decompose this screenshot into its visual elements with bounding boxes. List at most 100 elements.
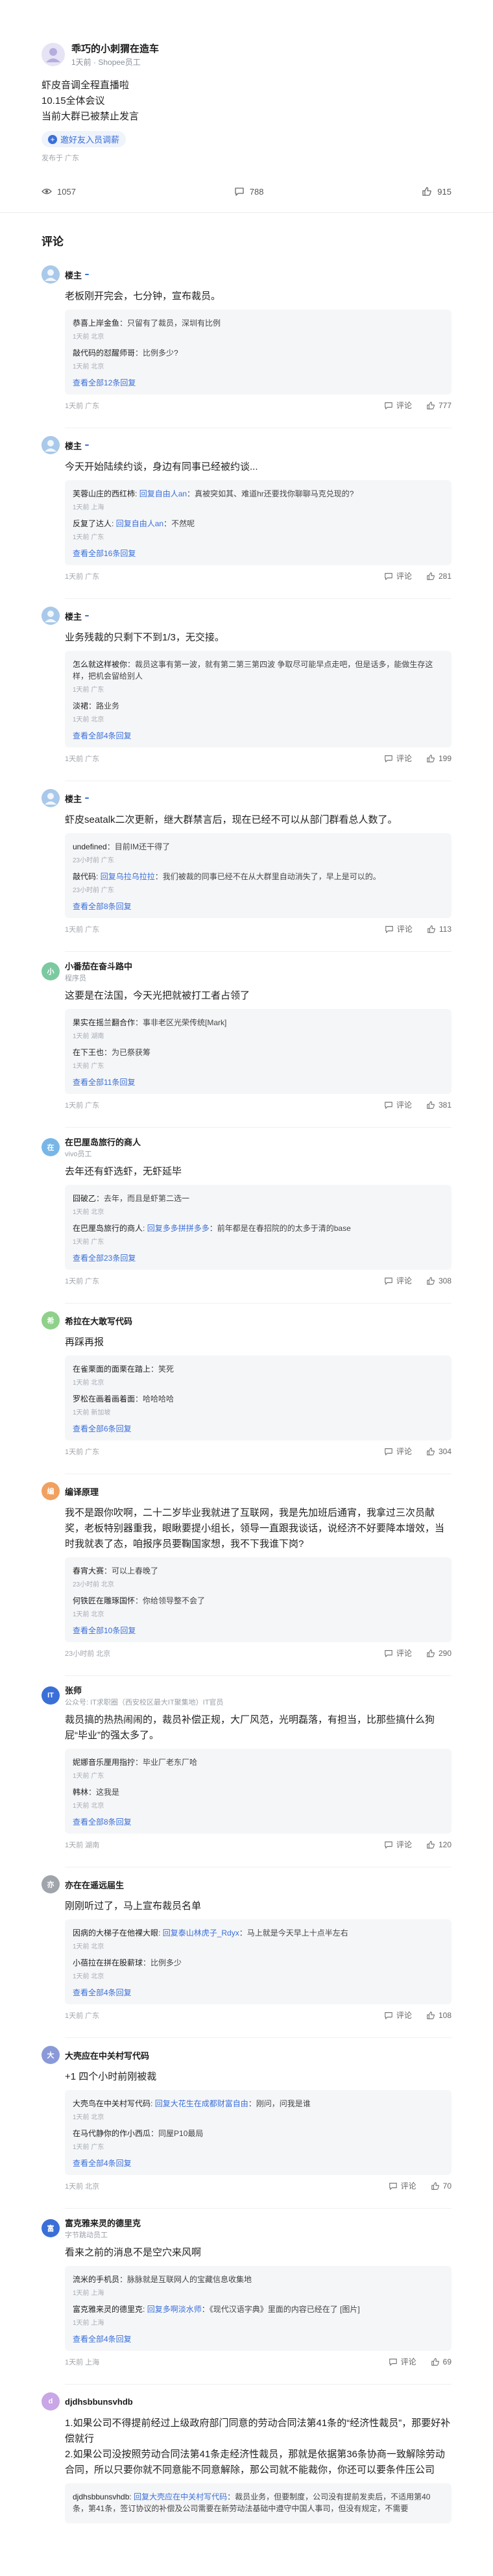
commenter-name-row[interactable]: 楼主: [65, 792, 90, 805]
comment-like-button[interactable]: 308: [426, 1276, 451, 1285]
commenter-name[interactable]: 编译原理: [65, 1485, 99, 1498]
commenter-avatar[interactable]: 大: [42, 2046, 60, 2064]
comment-like-button[interactable]: 304: [426, 1447, 451, 1456]
view-all-replies-link[interactable]: 查看全部4条回复: [73, 2331, 444, 2346]
comment-reply-button[interactable]: 评论: [384, 400, 412, 411]
view-all-replies-link[interactable]: 查看全部10条回复: [73, 1622, 444, 1637]
commenter-name-row[interactable]: 楼主: [65, 439, 90, 452]
commenter-avatar[interactable]: d: [42, 2392, 60, 2411]
reply-author[interactable]: 恭喜上岸金鱼: [73, 319, 119, 328]
view-all-replies-link[interactable]: 查看全部12条回复: [73, 374, 444, 389]
commenter-avatar[interactable]: [42, 265, 60, 284]
commenter-name-row[interactable]: 在巴厘岛旅行的商人: [65, 1136, 141, 1148]
comment-reply-button[interactable]: 评论: [384, 1275, 412, 1286]
commenter-name[interactable]: 张师: [65, 1684, 82, 1696]
commenter-avatar[interactable]: 编: [42, 1482, 60, 1500]
reply-author[interactable]: 小蓓拉在拼在股薪球: [73, 1958, 143, 1967]
view-all-replies-link[interactable]: 查看全部11条回复: [73, 1074, 444, 1089]
comment-reply-button[interactable]: 评论: [384, 2010, 412, 2021]
commenter-avatar[interactable]: [42, 607, 60, 625]
comment-reply-button[interactable]: 评论: [384, 570, 412, 581]
reply-author[interactable]: 春宵大赛: [73, 1566, 104, 1575]
commenter-name[interactable]: 在巴厘岛旅行的商人: [65, 1136, 141, 1148]
reply-author[interactable]: 敲代码: [73, 872, 96, 881]
comment-like-button[interactable]: 108: [426, 2011, 451, 2020]
reply-author[interactable]: 芙蓉山庄的西红柿: [73, 489, 135, 498]
reply-author[interactable]: 果实在摇兰翻合作: [73, 1018, 135, 1027]
comment-reply-button[interactable]: 评论: [389, 2356, 416, 2367]
reply-author[interactable]: 大壳鸟在中关村写代码: [73, 2099, 150, 2108]
commenter-name-row[interactable]: 富克雅来灵的德里克: [65, 2217, 141, 2229]
view-all-replies-link[interactable]: 查看全部4条回复: [73, 1984, 444, 1999]
commenter-name-row[interactable]: 亦在在遥远届生: [65, 1878, 124, 1891]
reply-author[interactable]: 罗松在画着画着面: [73, 1394, 135, 1403]
reply-author[interactable]: 流米的手机员: [73, 2275, 119, 2284]
reply-author[interactable]: 怎么就这样被你: [73, 660, 127, 669]
commenter-avatar[interactable]: [42, 789, 60, 807]
reply-author[interactable]: 何铁匠在雕琢国怀: [73, 1596, 135, 1605]
comment-reply-button[interactable]: 评论: [384, 1647, 412, 1659]
reply-author[interactable]: 因病的大梯子在他裸大眼: [73, 1928, 158, 1938]
comment-reply-button[interactable]: 评论: [384, 1446, 412, 1457]
likes-stat[interactable]: 915: [422, 186, 451, 197]
reply-author[interactable]: 淡裙: [73, 701, 88, 711]
comment-reply-button[interactable]: 评论: [389, 2180, 416, 2191]
commenter-name-row[interactable]: djdhsbbunsvhdb: [65, 2397, 133, 2407]
reply-author[interactable]: 妮娜音乐厘用指拧: [73, 1758, 135, 1767]
invite-link[interactable]: + 邀好友入员调薪: [42, 131, 126, 147]
reply-author[interactable]: 在雀栗面的面栗在踏上: [73, 1365, 150, 1374]
commenter-name-row[interactable]: 小番茄在奋斗路中: [65, 960, 132, 972]
commenter-name-row[interactable]: 楼主: [65, 269, 90, 281]
commenter-name[interactable]: 希拉在大敢写代码: [65, 1315, 132, 1327]
commenter-name[interactable]: 亦在在遥远届生: [65, 1878, 124, 1891]
comment-like-button[interactable]: 777: [426, 401, 451, 410]
reply-to-link[interactable]: 回复泰山林虎子_Rdyx: [163, 1928, 239, 1938]
reply-author[interactable]: 在马代静你的作小西瓜: [73, 2129, 150, 2138]
commenter-name[interactable]: 富克雅来灵的德里克: [65, 2217, 141, 2229]
reply-to-link[interactable]: 回复自由人an: [139, 489, 187, 498]
commenter-avatar[interactable]: 希: [42, 1311, 60, 1330]
commenter-name[interactable]: 楼主: [65, 610, 82, 622]
commenter-avatar[interactable]: 亦: [42, 1875, 60, 1893]
reply-author[interactable]: 囧破乙: [73, 1194, 96, 1203]
commenter-name[interactable]: 楼主: [65, 439, 82, 452]
commenter-name[interactable]: 楼主: [65, 792, 82, 805]
reply-author[interactable]: 富克雅来灵的德里克: [73, 2305, 143, 2314]
view-all-replies-link[interactable]: 查看全部6条回复: [73, 1420, 444, 1435]
view-all-replies-link[interactable]: 查看全部8条回复: [73, 1814, 444, 1829]
comment-like-button[interactable]: 69: [431, 2357, 451, 2366]
comment-like-button[interactable]: 290: [426, 1649, 451, 1658]
comment-like-button[interactable]: 70: [431, 2181, 451, 2191]
view-all-replies-link[interactable]: 查看全部8条回复: [73, 898, 444, 913]
view-all-replies-link[interactable]: 查看全部16条回复: [73, 545, 444, 560]
reply-to-link[interactable]: 回复乌拉乌拉拉: [101, 872, 155, 881]
comment-reply-button[interactable]: 评论: [384, 1839, 412, 1850]
reply-author[interactable]: 敲代码的怼醒师哥: [73, 348, 135, 358]
reply-to-link[interactable]: 回复大壳应在中关村写代码: [134, 2492, 227, 2501]
reply-to-link[interactable]: 回复自由人an: [116, 519, 163, 528]
comment-reply-button[interactable]: 评论: [384, 1099, 412, 1110]
comment-reply-button[interactable]: 评论: [385, 923, 413, 934]
commenter-name[interactable]: 小番茄在奋斗路中: [65, 960, 132, 972]
comment-like-button[interactable]: 381: [426, 1100, 451, 1110]
reply-author[interactable]: 在巴厘岛旅行的商人: [73, 1224, 143, 1233]
commenter-name[interactable]: 楼主: [65, 269, 82, 281]
comment-like-button[interactable]: 120: [426, 1840, 451, 1849]
reply-to-link[interactable]: 回复大花生在成都财富自由: [155, 2099, 248, 2108]
commenter-name-row[interactable]: 希拉在大敢写代码: [65, 1315, 132, 1327]
reply-author[interactable]: 反复了达人: [73, 519, 112, 528]
commenter-avatar[interactable]: [42, 436, 60, 454]
commenter-name-row[interactable]: 张师: [65, 1684, 223, 1696]
comments-stat[interactable]: 788: [234, 186, 263, 197]
commenter-avatar[interactable]: IT: [42, 1686, 60, 1705]
commenter-name-row[interactable]: 大壳应在中关村写代码: [65, 2049, 149, 2061]
reply-author[interactable]: djdhsbbunsvhdb: [73, 2492, 129, 2501]
reply-author[interactable]: 在下王也: [73, 1048, 104, 1057]
view-all-replies-link[interactable]: 查看全部4条回复: [73, 2155, 444, 2170]
view-all-replies-link[interactable]: 查看全部4条回复: [73, 727, 444, 742]
comment-like-button[interactable]: 199: [426, 754, 451, 763]
commenter-name-row[interactable]: 楼主: [65, 610, 90, 622]
reply-author[interactable]: 韩林: [73, 1788, 88, 1797]
reply-author[interactable]: undefined: [73, 842, 107, 851]
author-name[interactable]: 乖巧的小刺猬在造车: [71, 42, 159, 55]
